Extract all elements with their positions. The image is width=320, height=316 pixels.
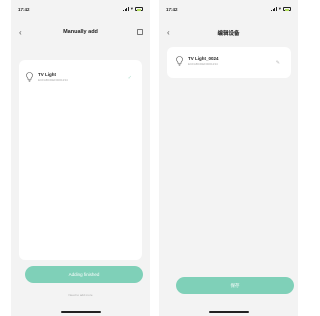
home-indicator — [208, 311, 249, 313]
page-title: Manually add — [63, 29, 98, 35]
wifi-icon: ▾ — [130, 6, 133, 11]
manual-add-screen: 17:42 ▾ ‹ Manually add TV Light ECFABCDE… — [11, 0, 150, 316]
signal-icon — [270, 7, 277, 11]
device-list-card — [19, 60, 142, 260]
device-text: TV Light_0024 ECFABCDEF0001234 — [188, 56, 219, 66]
status-bar: 17:42 ▾ — [11, 5, 150, 15]
check-icon: ✓ — [127, 75, 132, 81]
status-time: 17:42 — [166, 7, 178, 12]
status-icons: ▾ — [122, 6, 143, 11]
nav-bar: ‹ 编辑设备 — [159, 27, 298, 41]
edit-icon[interactable]: ✎ — [276, 60, 280, 66]
signal-icon — [122, 7, 129, 11]
scan-icon[interactable] — [137, 29, 143, 35]
device-text: TV Light ECFABCDEF0001234 — [38, 72, 68, 82]
device-item[interactable]: TV Light ECFABCDEF0001234 — [26, 72, 68, 82]
device-id: ECFABCDEF0001234 — [188, 62, 218, 66]
screenshot: 17:42 ▾ ‹ Manually add TV Light ECFABCDE… — [0, 0, 298, 316]
bulb-icon — [176, 56, 183, 66]
adding-finished-button[interactable]: Adding finished — [25, 266, 143, 283]
bulb-icon — [26, 72, 33, 82]
add-more-hint[interactable]: Need to add more — [11, 293, 150, 297]
nav-bar: ‹ Manually add — [11, 27, 150, 41]
status-bar: 17:42 ▾ — [159, 5, 298, 15]
save-button[interactable]: 保存 — [176, 277, 294, 294]
device-item[interactable]: TV Light_0024 ECFABCDEF0001234 — [176, 56, 219, 66]
status-time: 17:42 — [18, 7, 30, 12]
wifi-icon: ▾ — [278, 6, 281, 11]
battery-icon — [135, 7, 143, 11]
battery-icon — [283, 7, 291, 11]
status-icons: ▾ — [270, 6, 291, 11]
home-indicator — [60, 311, 101, 313]
device-id: ECFABCDEF0001234 — [38, 78, 68, 82]
edit-device-screen: 17:42 ▾ ‹ 编辑设备 TV Light_0024 ECFABCDEF00… — [159, 0, 298, 316]
page-title: 编辑设备 — [217, 31, 240, 37]
